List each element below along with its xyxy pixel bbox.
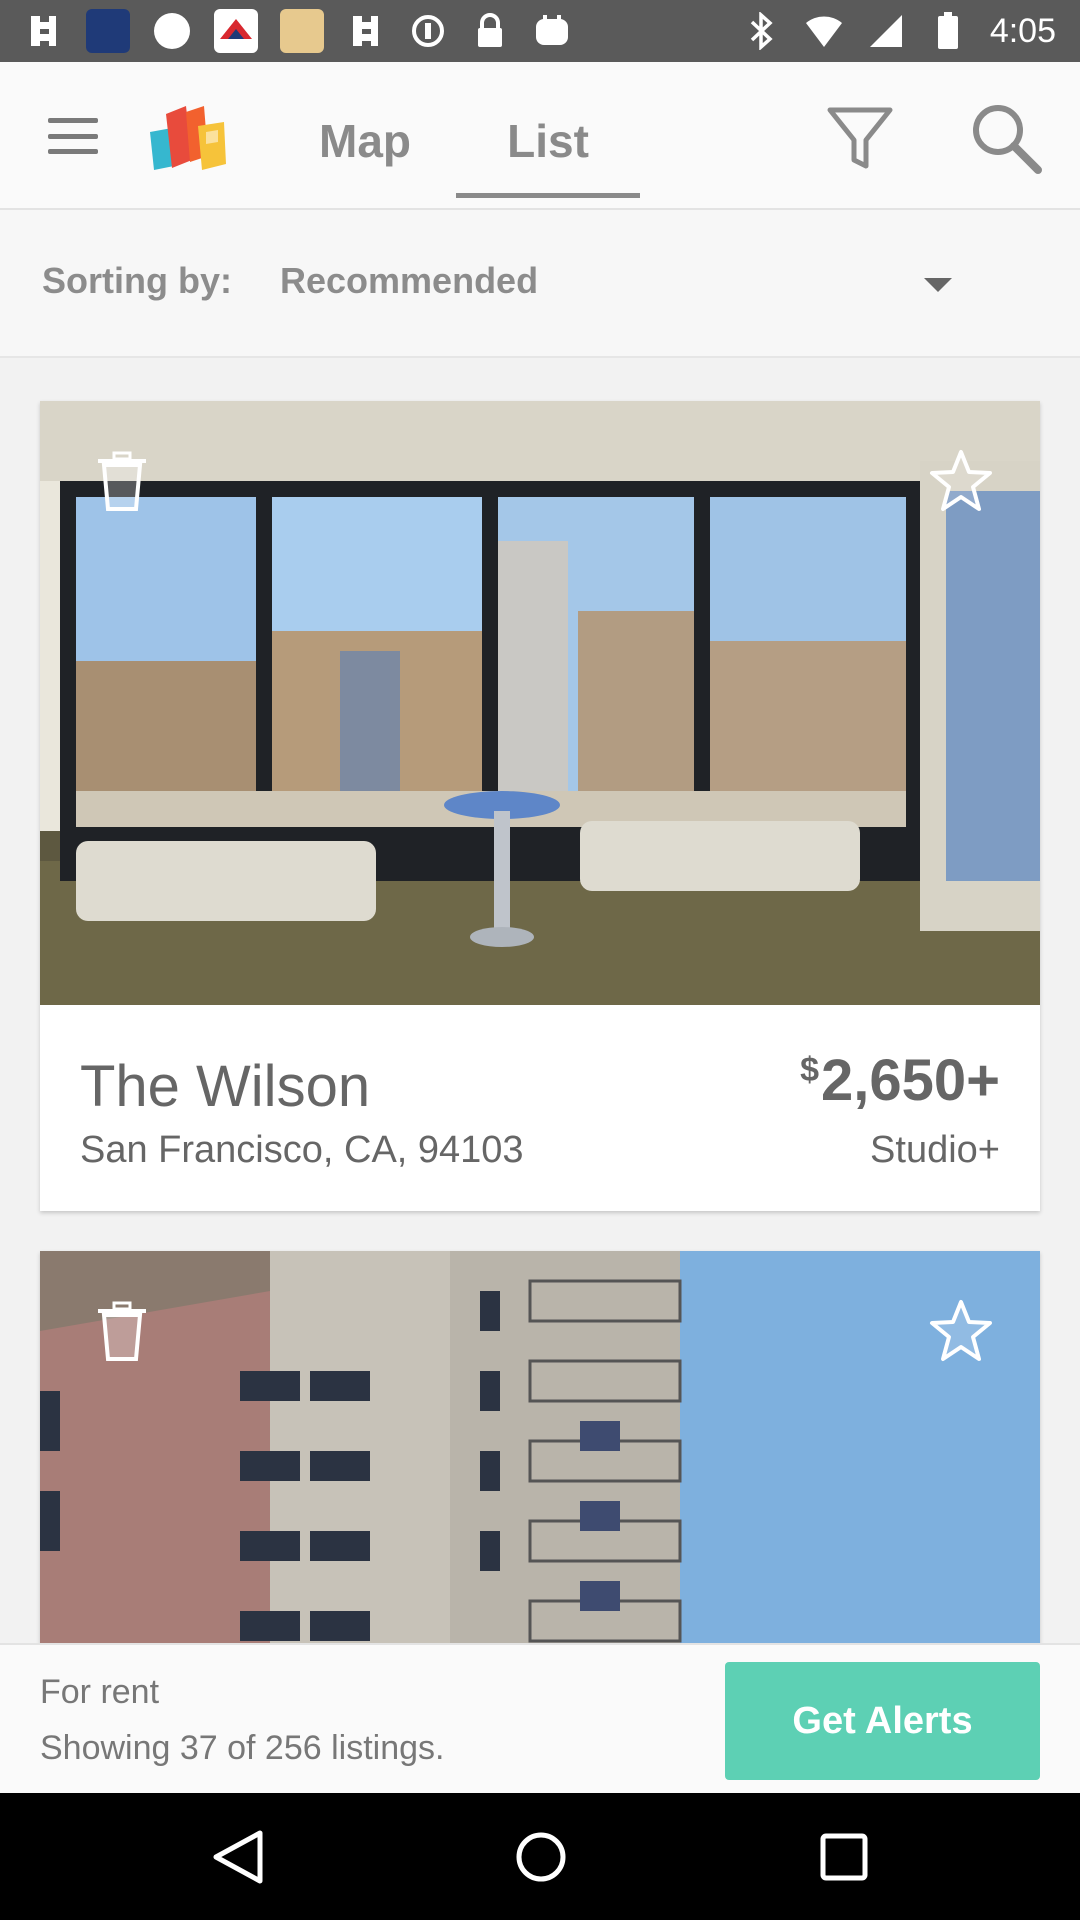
listing-name: The Wilson — [80, 1054, 371, 1119]
trash-icon[interactable] — [96, 451, 148, 513]
app-logo[interactable] — [146, 100, 232, 176]
system-nav-bar — [0, 1793, 1080, 1920]
back-icon[interactable] — [210, 1829, 264, 1885]
trash-icon[interactable] — [96, 1301, 148, 1363]
active-tab-indicator — [456, 193, 640, 198]
listing-card[interactable] — [40, 1251, 1040, 1671]
listing-beds: Studio+ — [870, 1129, 1000, 1171]
tab-map[interactable]: Map — [300, 102, 430, 210]
get-alerts-button[interactable]: Get Alerts — [725, 1662, 1040, 1780]
chevron-down-icon[interactable] — [924, 278, 952, 292]
status-time: 4:05 — [989, 11, 1056, 50]
photo-notification-icon — [280, 9, 324, 53]
cell-signal-icon — [866, 12, 906, 50]
sort-label: Sorting by: — [42, 260, 232, 301]
listing-type-label: For rent — [40, 1673, 160, 1711]
recent-apps-icon[interactable] — [818, 1831, 870, 1883]
price-value: 2,650+ — [820, 1048, 1000, 1113]
listing-card[interactable]: The Wilson San Francisco, CA, 94103 $ 2,… — [40, 401, 1040, 1211]
wifi-signal-icon — [804, 12, 844, 50]
bluetooth-icon — [742, 12, 782, 50]
star-icon[interactable] — [928, 1299, 994, 1363]
listing-photo[interactable] — [40, 401, 1040, 1005]
tab-list[interactable]: List — [456, 102, 640, 210]
grid-notification-icon — [24, 12, 64, 50]
app-notification-icon — [86, 9, 130, 53]
sync-notification-icon — [408, 12, 448, 50]
battery-icon — [928, 12, 968, 50]
listing-address: San Francisco, CA, 94103 — [80, 1129, 524, 1171]
price-currency: $ — [800, 1051, 819, 1089]
search-icon[interactable] — [970, 102, 1042, 174]
listing-photo[interactable] — [40, 1251, 1040, 1671]
status-bar: 4:05 — [0, 0, 1080, 62]
filter-icon[interactable] — [826, 104, 894, 172]
star-icon[interactable] — [928, 449, 994, 513]
home-icon[interactable] — [515, 1831, 567, 1883]
airline-notification-icon — [214, 9, 258, 53]
grid-notification-icon — [346, 12, 386, 50]
listing-price: $ 2,650+ — [800, 1047, 1000, 1114]
menu-icon[interactable] — [48, 118, 98, 154]
bottom-bar: For rent Showing 37 of 256 listings. Get… — [0, 1643, 1080, 1793]
listing-count: Showing 37 of 256 listings. — [40, 1729, 445, 1767]
listing-info[interactable]: The Wilson San Francisco, CA, 94103 $ 2,… — [40, 1005, 1040, 1211]
tab-map-label: Map — [319, 115, 411, 167]
circle-notification-icon — [152, 12, 192, 50]
gamepad-notification-icon — [532, 12, 572, 50]
app-bar: Map List — [0, 62, 1080, 210]
sort-row[interactable]: Sorting by: Recommended — [0, 210, 1080, 358]
tab-list-label: List — [507, 115, 589, 167]
sort-select[interactable]: Recommended — [280, 260, 538, 302]
lock-notification-icon — [470, 12, 510, 50]
